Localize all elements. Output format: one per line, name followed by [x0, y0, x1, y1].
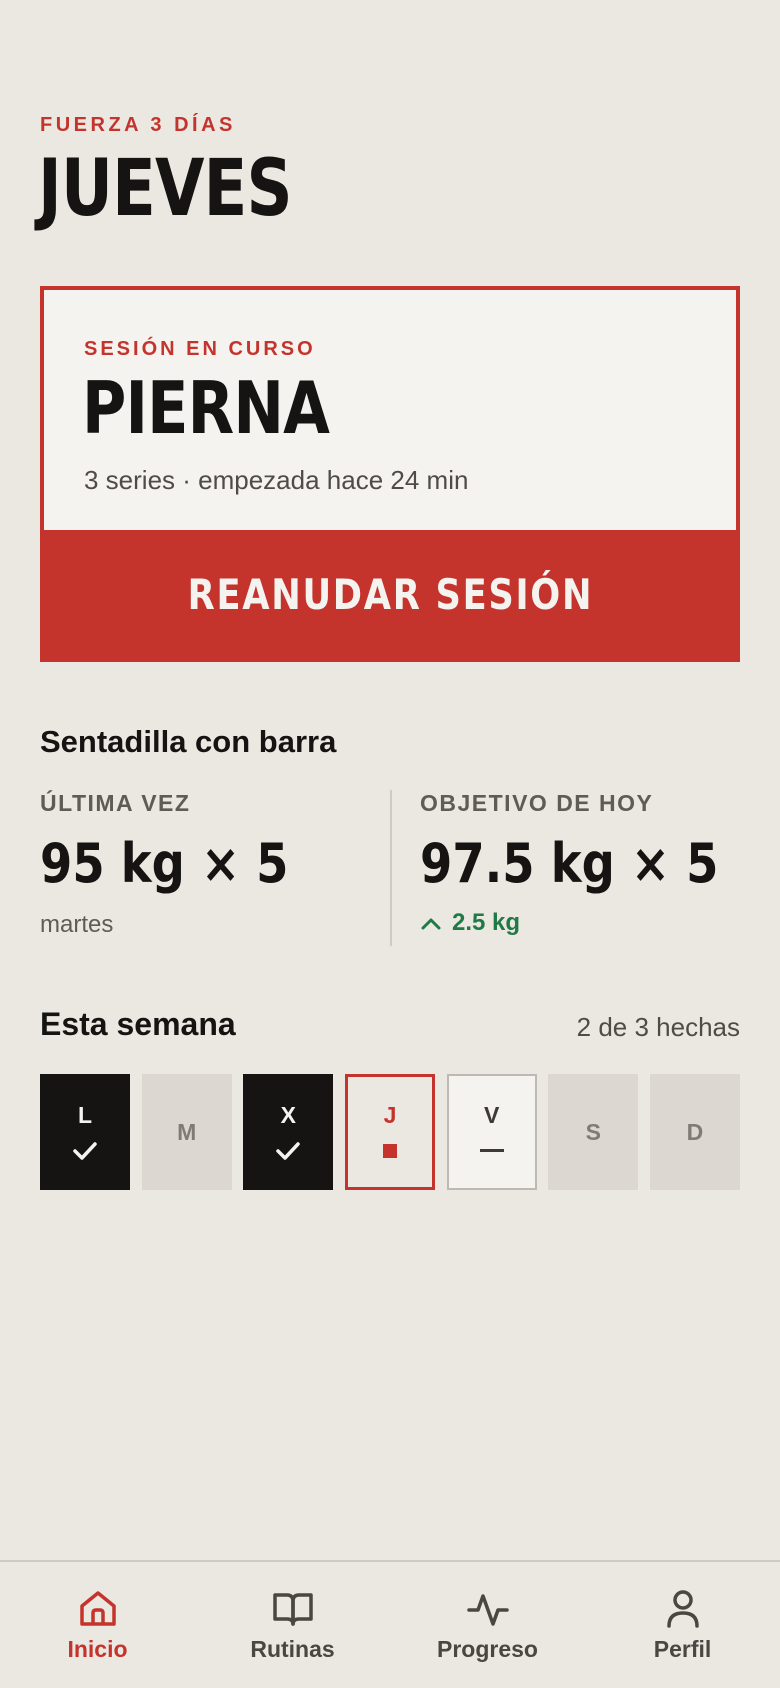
day-cell-sunday[interactable]: D [649, 1074, 740, 1190]
tab-perfil[interactable]: Perfil [585, 1562, 780, 1688]
day-letter: D [686, 1118, 704, 1145]
week-title: Esta semana [40, 1006, 236, 1042]
day-letter: V [483, 1101, 500, 1128]
day-letter: J [383, 1101, 397, 1128]
day-cell-tuesday[interactable]: M [141, 1074, 232, 1190]
tab-inicio[interactable]: Inicio [0, 1562, 195, 1688]
session-status-label: SESIÓN EN CURSO [84, 338, 316, 360]
bottom-tab-bar: Inicio Rutinas Progreso Perfil [0, 1560, 780, 1688]
session-name: PIERNA [82, 366, 330, 450]
tab-label: Rutinas [250, 1636, 335, 1662]
check-icon [275, 1141, 301, 1161]
tab-rutinas[interactable]: Rutinas [195, 1562, 390, 1688]
day-cell-thursday[interactable]: J [344, 1074, 435, 1190]
resume-session-button[interactable]: REANUDAR SESIÓN [44, 530, 736, 658]
day-cell-friday[interactable]: V [446, 1074, 537, 1190]
target-delta: 2.5 kg [420, 909, 750, 937]
day-cell-saturday[interactable]: S [548, 1074, 639, 1190]
day-letter: S [585, 1118, 601, 1145]
exercise-name: Sentadilla con barra [40, 724, 337, 759]
pending-dash-icon [479, 1141, 504, 1161]
resume-session-label: REANUDAR SESIÓN [187, 569, 593, 619]
last-time-label: ÚLTIMA VEZ [40, 790, 191, 816]
tab-progreso[interactable]: Progreso [390, 1562, 585, 1688]
target-value: 97.5 kg × 5 [420, 832, 719, 895]
target-delta-value: 2.5 kg [452, 909, 521, 936]
target-stat: OBJETIVO DE HOY 97.5 kg × 5 2.5 kg [420, 790, 750, 937]
target-label: OBJETIVO DE HOY [420, 790, 654, 816]
program-name: FUERZA 3 DÍAS [40, 114, 236, 136]
current-session-card: SESIÓN EN CURSO PIERNA 3 series · empeza… [40, 286, 740, 662]
tab-label: Perfil [653, 1636, 712, 1662]
activity-icon [466, 1594, 509, 1626]
chevron-up-icon [421, 918, 441, 930]
in-progress-square-icon [382, 1141, 397, 1161]
last-time-day: martes [40, 911, 114, 938]
stat-divider [390, 790, 392, 946]
day-letter: L [77, 1101, 93, 1128]
day-cell-wednesday[interactable]: X [243, 1074, 334, 1190]
book-icon [272, 1593, 313, 1626]
week-day-row: L M X J V S D [40, 1074, 740, 1190]
day-cell-monday[interactable]: L [40, 1074, 130, 1190]
day-letter: M [177, 1118, 197, 1145]
check-icon [72, 1141, 98, 1161]
last-time-value: 95 kg × 5 [40, 832, 289, 895]
tab-label: Progreso [437, 1636, 538, 1662]
user-icon [666, 1590, 699, 1628]
session-meta: 3 series · empezada hace 24 min [84, 465, 469, 495]
tab-label: Inicio [67, 1636, 128, 1662]
home-icon [79, 1591, 116, 1626]
week-progress-count: 2 de 3 hechas [576, 1012, 740, 1042]
day-letter: X [280, 1101, 296, 1128]
page-title: JUEVES [38, 144, 293, 234]
last-time-stat: ÚLTIMA VEZ 95 kg × 5 martes [40, 790, 370, 939]
